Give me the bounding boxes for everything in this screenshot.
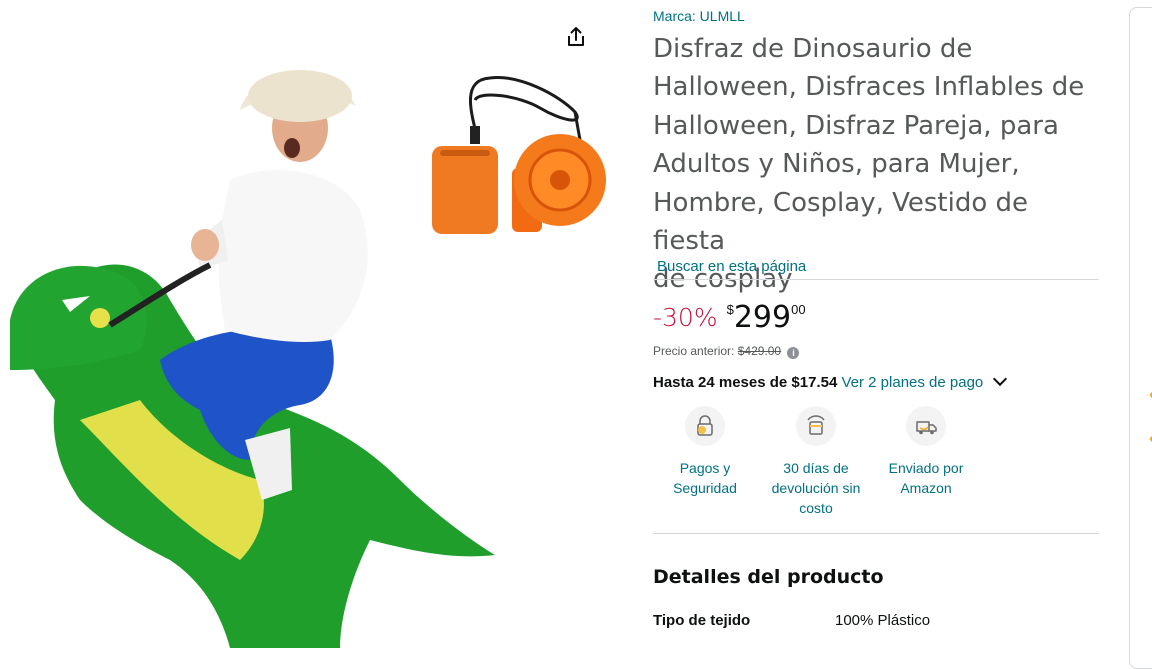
spec-key: Tipo de tejido xyxy=(653,612,751,629)
badge-label: Enviado por Amazon xyxy=(888,460,964,496)
delivery-truck-icon xyxy=(906,406,946,446)
badge-label: 30 días de devolución sin costo xyxy=(771,460,861,516)
title-line: Halloween, Disfraz Pareja, para xyxy=(653,110,1059,141)
title-line: Hombre, Cosplay, Vestido de fiesta xyxy=(653,187,1029,257)
product-image[interactable] xyxy=(0,0,610,648)
discount-percentage: -30% xyxy=(653,303,718,332)
secure-payment-icon xyxy=(685,406,725,446)
spec-value: 100% Plástico xyxy=(835,612,931,629)
search-in-page-link[interactable]: Buscar en esta página xyxy=(657,258,806,275)
installments-text: Hasta 24 meses de $17.54 xyxy=(653,374,838,391)
previous-price-label: Precio anterior: xyxy=(653,344,735,358)
return-box-icon xyxy=(796,406,836,446)
share-button[interactable] xyxy=(556,17,596,57)
badge-label: Pagos y Seguridad xyxy=(673,460,737,496)
brand-link[interactable]: Marca: ULMLL xyxy=(653,8,745,24)
price-block: -30% $ 299 00 xyxy=(653,298,806,338)
badge-shipped-by-amazon[interactable]: Enviado por Amazon xyxy=(871,406,981,498)
badge-free-returns[interactable]: 30 días de devolución sin costo xyxy=(761,406,871,518)
chevron-down-icon[interactable] xyxy=(993,371,1008,387)
title-line: Adultos y Niños, para Mujer, xyxy=(653,149,1020,180)
info-icon[interactable]: i xyxy=(787,347,800,359)
badge-secure-payment[interactable]: Pagos y Seguridad xyxy=(650,406,760,498)
product-details-heading: Detalles del producto xyxy=(653,566,884,588)
divider xyxy=(653,279,1099,280)
product-image-panel[interactable] xyxy=(0,0,610,648)
previous-price-value: $429.00 xyxy=(737,344,782,358)
price-currency: $ xyxy=(726,302,734,317)
price-fraction: 00 xyxy=(791,302,806,317)
share-icon xyxy=(568,27,584,46)
buy-box-panel xyxy=(1129,7,1152,669)
installments-row: Hasta 24 meses de $17.54 Ver 2 planes de… xyxy=(653,371,1008,391)
title-line: Halloween, Disfraces Inflables de xyxy=(653,72,1085,103)
price-whole: 299 xyxy=(733,300,792,335)
divider xyxy=(653,533,1099,534)
payment-plans-link[interactable]: Ver 2 planes de pago xyxy=(841,374,983,391)
previous-price: Precio anterior: $429.00 i xyxy=(653,344,800,359)
title-line: Disfraz de Dinosaurio de xyxy=(653,34,973,64)
